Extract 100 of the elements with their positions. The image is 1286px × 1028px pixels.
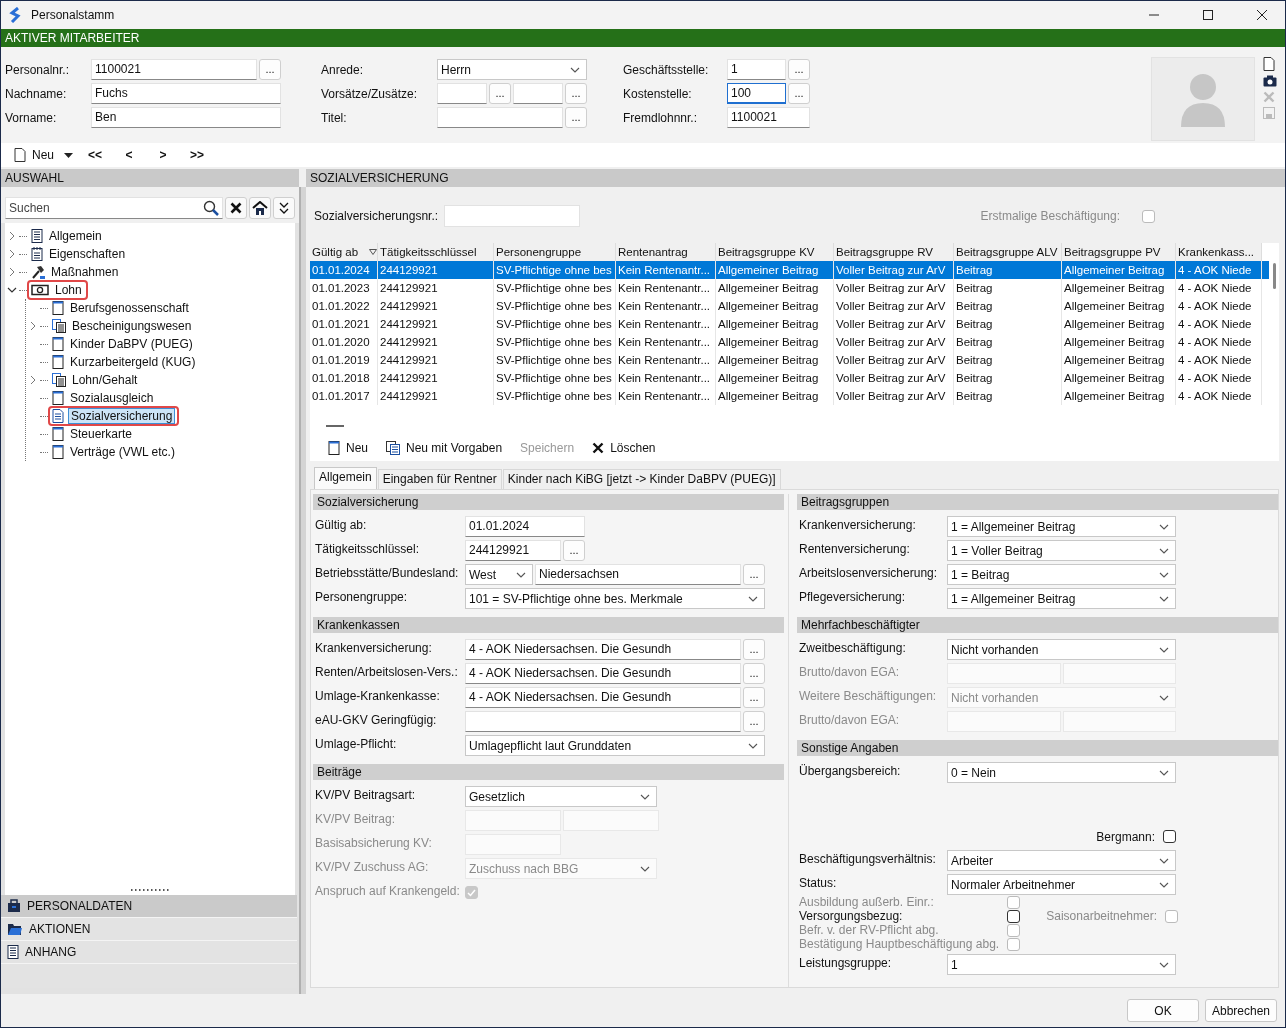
toolbar-button[interactable]: Neu: [328, 441, 368, 455]
tree-item[interactable]: Sozialausgleich: [68, 391, 156, 405]
tree-item[interactable]: Kurzarbeitergeld (KUG): [68, 355, 198, 369]
text-field[interactable]: 4 - AOK Niedersachsen. Die Gesundh: [465, 663, 741, 684]
text-field[interactable]: 1: [727, 59, 786, 80]
checkbox[interactable]: [1142, 209, 1155, 223]
dropdown[interactable]: Herrn: [437, 59, 587, 80]
text-field[interactable]: Niedersachsen: [535, 564, 741, 585]
checkbox[interactable]: [1007, 909, 1020, 923]
text-field[interactable]: 4 - AOK Niedersachsen. Die Gesundh: [465, 687, 741, 708]
browse-button[interactable]: ...: [259, 59, 281, 80]
checkbox[interactable]: [1163, 830, 1176, 843]
tree-item[interactable]: Allgemein: [47, 229, 104, 243]
table-row[interactable]: 01.01.2023 244129921 SV-Pflichtige ohne bes Kein Rentenantr... Allgemeiner Beitrag Voller Beitrag zur ArV Beitrag Allgemeiner Beitrag 4 - AOK Niede: [310, 279, 1269, 297]
nav-button[interactable]: >>: [182, 148, 212, 162]
browse-button[interactable]: ...: [565, 107, 587, 128]
text-field[interactable]: [513, 83, 563, 104]
tree-item[interactable]: Eigenschaften: [47, 247, 128, 261]
text-field[interactable]: 01.01.2024: [465, 516, 585, 537]
browse-button[interactable]: ...: [489, 83, 511, 104]
dropdown[interactable]: Normaler Arbeitnehmer: [947, 874, 1176, 895]
text-field[interactable]: [444, 205, 581, 227]
dropdown[interactable]: 1 = Allgemeiner Beitrag: [947, 588, 1176, 609]
dropdown[interactable]: 1: [947, 954, 1176, 975]
column-header[interactable]: Beitragsgruppe PV: [1062, 243, 1176, 261]
collapse-all-button[interactable]: [273, 197, 295, 219]
tree-item[interactable]: Steuerkarte: [68, 427, 135, 441]
browse-button[interactable]: ...: [743, 687, 765, 708]
nav-button[interactable]: <: [114, 148, 144, 162]
table-cell: 01.01.2018: [310, 369, 378, 387]
dropdown[interactable]: 1 = Beitrag: [947, 564, 1176, 585]
chevron-down-icon: [1159, 595, 1169, 602]
browse-button[interactable]: ...: [788, 83, 810, 104]
accordion-item[interactable]: PERSONALDATEN: [1, 895, 297, 918]
table-row[interactable]: 01.01.2017 244129921 SV-Pflichtige ohne bes Kein Rentenantr... Allgemeiner Beitrag Voller Beitrag zur ArV Beitrag Allgemeiner Beitrag 4 - AOK Niede: [310, 387, 1269, 405]
dropdown[interactable]: 101 = SV-Pflichtige ohne bes. Merkmale: [465, 588, 765, 609]
browse-button[interactable]: ...: [565, 83, 587, 104]
column-header[interactable]: Rentenantrag: [616, 243, 716, 261]
tree-item[interactable]: Sozialversicherung: [68, 408, 176, 424]
table-row[interactable]: 01.01.2018 244129921 SV-Pflichtige ohne bes Kein Rentenantr... Allgemeiner Beitrag Voller Beitrag zur ArV Beitrag Allgemeiner Beitrag 4 - AOK Niede: [310, 369, 1269, 387]
dropdown[interactable]: Umlagepflicht laut Grunddaten: [465, 735, 765, 756]
dropdown[interactable]: Nicht vorhanden: [947, 639, 1176, 660]
browse-button[interactable]: ...: [563, 540, 585, 561]
text-field[interactable]: 4 - AOK Niedersachsen. Die Gesundh: [465, 639, 741, 660]
dropdown[interactable]: West: [465, 564, 533, 585]
text-field[interactable]: [437, 83, 487, 104]
tree-item[interactable]: Kinder DaBPV (PUEG): [68, 337, 195, 351]
new-button[interactable]: Neu: [11, 148, 57, 162]
text-field[interactable]: Ben: [91, 107, 281, 128]
text-field[interactable]: [465, 711, 741, 732]
column-header[interactable]: Gültig ab: [310, 243, 378, 261]
table-cell: SV-Pflichtige ohne bes: [494, 387, 616, 405]
tree-item[interactable]: Lohn: [53, 283, 84, 297]
column-header[interactable]: Beitragsgruppe RV: [834, 243, 954, 261]
browse-button[interactable]: ...: [743, 639, 765, 660]
dropdown[interactable]: 1 = Allgemeiner Beitrag: [947, 516, 1176, 537]
tab[interactable]: Kinder nach KiBG [jetzt -> Kinder DaBPV (PUEG)]: [502, 469, 781, 489]
clear-button[interactable]: [225, 197, 247, 219]
dropdown[interactable]: Gesetzlich: [465, 786, 657, 807]
table-row[interactable]: 01.01.2019 244129921 SV-Pflichtige ohne bes Kein Rentenantr... Allgemeiner Beitrag Voller Beitrag zur ArV Beitrag Allgemeiner Beitrag 4 - AOK Niede: [310, 351, 1269, 369]
dropdown[interactable]: Arbeiter: [947, 850, 1176, 871]
toolbar-button[interactable]: Löschen: [592, 441, 656, 455]
column-header[interactable]: Personengruppe: [494, 243, 616, 261]
dialog-button[interactable]: Abbrechen: [1205, 999, 1277, 1022]
browse-button[interactable]: ...: [743, 711, 765, 732]
dropdown[interactable]: 0 = Nein: [947, 762, 1176, 783]
text-field[interactable]: [437, 107, 563, 128]
dialog-button[interactable]: OK: [1127, 999, 1199, 1022]
table-row[interactable]: 01.01.2022 244129921 SV-Pflichtige ohne bes Kein Rentenantr... Allgemeiner Beitrag Voller Beitrag zur ArV Beitrag Allgemeiner Beitrag 4 - AOK Niede: [310, 297, 1269, 315]
nav-button[interactable]: >: [148, 148, 178, 162]
tree-item[interactable]: Verträge (VWL etc.): [68, 445, 177, 459]
table-row[interactable]: 01.01.2021 244129921 SV-Pflichtige ohne bes Kein Rentenantr... Allgemeiner Beitrag Voller Beitrag zur ArV Beitrag Allgemeiner Beitrag 4 - AOK Niede: [310, 315, 1269, 333]
text-field[interactable]: 100: [727, 83, 786, 104]
tab[interactable]: Allgemein: [314, 467, 377, 489]
table-row[interactable]: 01.01.2024 244129921 SV-Pflichtige ohne bes Kein Rentenantr... Allgemeiner Beitrag Voller Beitrag zur ArV Beitrag Allgemeiner Beitrag 4 - AOK Niede: [310, 261, 1269, 279]
tab[interactable]: Eingaben für Rentner: [377, 469, 502, 489]
tree-item[interactable]: Bescheinigungswesen: [70, 319, 194, 333]
toolbar-button[interactable]: Neu mit Vorgaben: [386, 441, 503, 455]
text-field[interactable]: Fuchs: [91, 83, 281, 104]
dropdown[interactable]: 1 = Voller Beitrag: [947, 540, 1176, 561]
browse-button[interactable]: ...: [743, 564, 765, 585]
nav-button[interactable]: <<: [80, 148, 110, 162]
splitter-handle-icon: [326, 424, 344, 428]
column-header[interactable]: Tätigkeitsschlüssel: [378, 243, 494, 261]
text-field[interactable]: 1100021: [91, 59, 257, 80]
text-field[interactable]: 1100021: [727, 107, 810, 128]
browse-button[interactable]: ...: [743, 663, 765, 684]
tree-item[interactable]: Berufsgenossenschaft: [68, 301, 191, 315]
column-header[interactable]: Beitragsgruppe ALV: [954, 243, 1062, 261]
dropdown-arrow[interactable]: [61, 152, 76, 158]
search-field[interactable]: Suchen: [5, 197, 223, 219]
home-button[interactable]: [249, 197, 271, 219]
text-field[interactable]: 244129921: [465, 540, 561, 561]
table-row[interactable]: 01.01.2020 244129921 SV-Pflichtige ohne bes Kein Rentenantr... Allgemeiner Beitrag Voller Beitrag zur ArV Beitrag Allgemeiner Beitrag 4 - AOK Niede: [310, 333, 1269, 351]
browse-button[interactable]: ...: [788, 59, 810, 80]
app-logo-icon: [9, 7, 23, 23]
tree-item[interactable]: Maßnahmen: [49, 265, 121, 279]
tree-item[interactable]: Lohn/Gehalt: [70, 373, 140, 387]
column-header[interactable]: Beitragsgruppe KV: [716, 243, 834, 261]
column-header[interactable]: Krankenkass...: [1176, 243, 1262, 261]
